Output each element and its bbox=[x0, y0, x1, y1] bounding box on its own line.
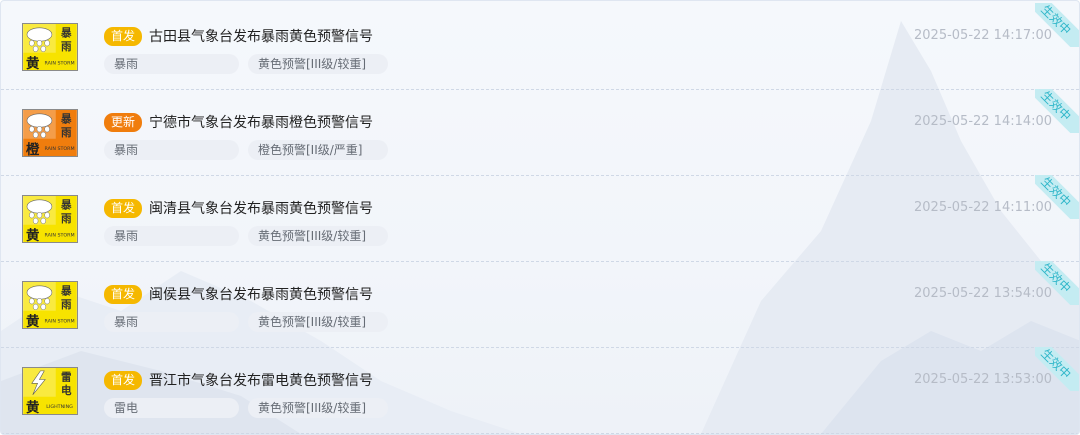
status-ribbon: 生效中 bbox=[1035, 175, 1079, 219]
rainstorm-yellow-icon: 暴雨黄 RAIN STORM bbox=[22, 23, 78, 71]
svg-text:雨: 雨 bbox=[61, 41, 72, 53]
svg-text:雷: 雷 bbox=[61, 371, 72, 383]
status-label: 生效中 bbox=[1035, 347, 1079, 391]
svg-text:RAIN STORM: RAIN STORM bbox=[45, 318, 75, 324]
svg-text:黄: 黄 bbox=[26, 227, 40, 243]
status-label: 生效中 bbox=[1035, 89, 1079, 133]
warning-item[interactable]: 暴雨黄 RAIN STORM 首发 闽清县气象台发布暴雨黄色预警信号 2025-05-2… bbox=[1, 175, 1079, 262]
svg-text:橙: 橙 bbox=[26, 141, 40, 157]
svg-text:RAIN STORM: RAIN STORM bbox=[45, 146, 75, 152]
warning-item[interactable]: 暴雨黄 RAIN STORM 首发 闽侯县气象台发布暴雨黄色预警信号 2025-05-2… bbox=[1, 261, 1079, 348]
rainstorm-yellow-icon: 暴雨黄 RAIN STORM bbox=[22, 195, 78, 243]
status-ribbon: 生效中 bbox=[1035, 89, 1079, 133]
status-ribbon: 生效中 bbox=[1035, 347, 1079, 391]
status-ribbon: 生效中 bbox=[1035, 3, 1079, 47]
warning-level: 黄色预警[III级/较重] bbox=[248, 54, 388, 74]
warning-item[interactable]: 暴雨黄 RAIN STORM 首发 古田县气象台发布暴雨黄色预警信号 2025-05-2… bbox=[1, 3, 1079, 90]
warning-level: 黄色预警[III级/较重] bbox=[248, 226, 388, 246]
warning-type: 雷电 bbox=[104, 398, 239, 418]
warning-title[interactable]: 闽侯县气象台发布暴雨黄色预警信号 bbox=[149, 284, 373, 304]
svg-text:RAIN STORM: RAIN STORM bbox=[45, 232, 75, 238]
warning-title[interactable]: 宁德市气象台发布暴雨橙色预警信号 bbox=[149, 112, 373, 132]
warning-title[interactable]: 古田县气象台发布暴雨黄色预警信号 bbox=[149, 26, 373, 46]
warning-type: 暴雨 bbox=[104, 140, 239, 160]
status-label: 生效中 bbox=[1035, 3, 1079, 47]
warning-time: 2025-05-22 13:53:00 bbox=[914, 372, 1053, 387]
svg-text:电: 电 bbox=[61, 384, 72, 397]
warning-level: 黄色预警[III级/较重] bbox=[248, 312, 388, 332]
rainstorm-orange-icon: 暴雨橙 RAIN STORM bbox=[22, 109, 78, 157]
svg-text:RAIN STORM: RAIN STORM bbox=[45, 60, 75, 66]
warning-type: 暴雨 bbox=[104, 54, 239, 74]
warning-item[interactable]: 雷电黄 LIGHTNING 首发 晋江市气象台发布雷电黄色预警信号 2025-05-22… bbox=[1, 347, 1079, 434]
warning-list-panel: 暴雨黄 RAIN STORM 首发 古田县气象台发布暴雨黄色预警信号 2025-05-2… bbox=[0, 0, 1080, 435]
svg-text:暴: 暴 bbox=[60, 26, 72, 39]
svg-text:黄: 黄 bbox=[26, 313, 40, 329]
svg-text:黄: 黄 bbox=[26, 55, 40, 71]
warning-type: 暴雨 bbox=[104, 312, 239, 332]
warning-time: 2025-05-22 14:11:00 bbox=[914, 200, 1053, 215]
warning-level: 黄色预警[III级/较重] bbox=[248, 398, 388, 418]
svg-text:暴: 暴 bbox=[60, 112, 72, 125]
warning-time: 2025-05-22 14:14:00 bbox=[914, 114, 1053, 129]
status-ribbon: 生效中 bbox=[1035, 261, 1079, 305]
warning-item[interactable]: 暴雨橙 RAIN STORM 更新 宁德市气象台发布暴雨橙色预警信号 2025-05-2… bbox=[1, 89, 1079, 176]
warning-type: 暴雨 bbox=[104, 226, 239, 246]
svg-text:雨: 雨 bbox=[61, 299, 72, 311]
warning-tag: 首发 bbox=[104, 285, 143, 304]
warning-tag: 首发 bbox=[104, 27, 143, 46]
svg-text:暴: 暴 bbox=[60, 284, 72, 297]
svg-text:暴: 暴 bbox=[60, 198, 72, 211]
lightning-yellow-icon: 雷电黄 LIGHTNING bbox=[22, 367, 78, 415]
warning-time: 2025-05-22 13:54:00 bbox=[914, 286, 1053, 301]
rainstorm-yellow-icon: 暴雨黄 RAIN STORM bbox=[22, 281, 78, 329]
warning-tag: 首发 bbox=[104, 371, 143, 390]
status-label: 生效中 bbox=[1035, 261, 1079, 305]
svg-text:黄: 黄 bbox=[26, 399, 40, 415]
svg-text:雨: 雨 bbox=[61, 213, 72, 225]
warning-tag: 首发 bbox=[104, 199, 143, 218]
svg-text:LIGHTNING: LIGHTNING bbox=[46, 404, 73, 410]
warning-time: 2025-05-22 14:17:00 bbox=[914, 28, 1053, 43]
svg-text:雨: 雨 bbox=[61, 127, 72, 139]
warning-tag: 更新 bbox=[104, 113, 143, 132]
warning-level: 橙色预警[II级/严重] bbox=[248, 140, 388, 160]
warning-title[interactable]: 闽清县气象台发布暴雨黄色预警信号 bbox=[149, 198, 373, 218]
warning-title[interactable]: 晋江市气象台发布雷电黄色预警信号 bbox=[149, 370, 373, 390]
status-label: 生效中 bbox=[1035, 175, 1079, 219]
